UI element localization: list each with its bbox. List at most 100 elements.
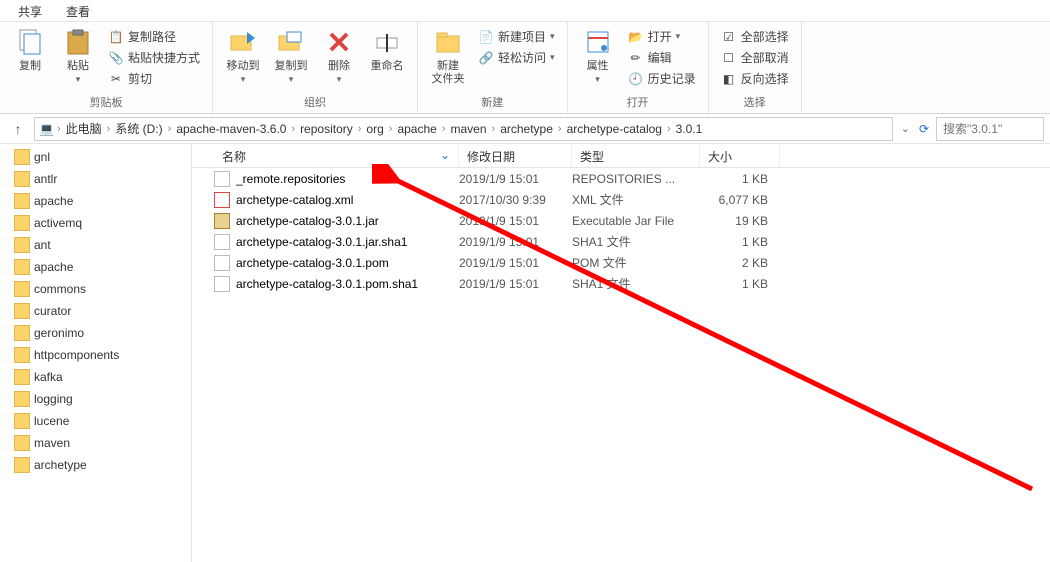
file-list: _remote.repositories2019/1/9 15:01REPOSI… — [192, 168, 1050, 294]
move-to-button[interactable]: 移动到▾ — [219, 24, 267, 87]
file-name: archetype-catalog-3.0.1.jar.sha1 — [236, 235, 407, 249]
folder-icon — [14, 281, 30, 297]
file-date: 2019/1/9 15:01 — [459, 235, 572, 249]
breadcrumb-item[interactable]: maven — [448, 122, 488, 136]
sidebar[interactable]: gnlantlrapacheactivemqantapachecommonscu… — [0, 144, 192, 562]
sidebar-item[interactable]: gnl — [0, 146, 191, 168]
delete-button[interactable]: 删除▾ — [315, 24, 363, 87]
content: gnlantlrapacheactivemqantapachecommonscu… — [0, 144, 1050, 562]
file-size: 2 KB — [700, 256, 780, 270]
sidebar-item-label: httpcomponents — [34, 348, 119, 362]
breadcrumb-item[interactable]: archetype — [498, 122, 555, 136]
sidebar-item[interactable]: maven — [0, 432, 191, 454]
file-type: SHA1 文件 — [572, 233, 700, 250]
newitem-icon: 📄 — [478, 29, 494, 45]
folder-icon — [14, 149, 30, 165]
file-row[interactable]: archetype-catalog.xml2017/10/30 9:39XML … — [192, 189, 1050, 210]
refresh-button[interactable]: ⟳ — [914, 119, 934, 139]
new-folder-button[interactable]: 新建 文件夹 — [424, 24, 472, 88]
file-row[interactable]: _remote.repositories2019/1/9 15:01REPOSI… — [192, 168, 1050, 189]
file-type: Executable Jar File — [572, 214, 700, 228]
copy-path-button[interactable]: 📋复制路径 — [106, 26, 202, 47]
file-size: 6,077 KB — [700, 193, 780, 207]
file-type: SHA1 文件 — [572, 275, 700, 292]
breadcrumb-item[interactable]: 3.0.1 — [674, 122, 705, 136]
sidebar-item[interactable]: logging — [0, 388, 191, 410]
folder-icon — [14, 347, 30, 363]
nav-up-button[interactable]: ↑ — [6, 117, 30, 141]
sidebar-item[interactable]: apache — [0, 256, 191, 278]
chevron-down-icon: ▾ — [76, 74, 81, 85]
file-row[interactable]: archetype-catalog-3.0.1.jar.sha1 2019/1/9… — [192, 231, 1050, 252]
sidebar-item[interactable]: apache — [0, 190, 191, 212]
tab-view[interactable]: 查看 — [54, 0, 102, 21]
breadcrumb-item[interactable]: archetype-catalog — [565, 122, 664, 136]
folder-icon — [14, 303, 30, 319]
sidebar-item-label: curator — [34, 304, 71, 318]
file-icon — [214, 192, 230, 208]
sidebar-item[interactable]: antlr — [0, 168, 191, 190]
sidebar-item[interactable]: curator — [0, 300, 191, 322]
file-row[interactable]: archetype-catalog-3.0.1.pom2019/1/9 15:0… — [192, 252, 1050, 273]
copy-button[interactable]: 复制 — [6, 24, 54, 75]
open-button[interactable]: 📂打开▾ — [626, 26, 698, 47]
file-type: XML 文件 — [572, 191, 700, 208]
invert-button[interactable]: ◧反向选择 — [719, 68, 791, 89]
rename-button[interactable]: 重命名 — [363, 24, 411, 75]
paste-shortcut-button[interactable]: 📎粘贴快捷方式 — [106, 47, 202, 68]
easy-access-button[interactable]: 🔗轻松访问▾ — [476, 47, 557, 68]
rename-icon — [371, 26, 403, 58]
open-group-label: 打开 — [574, 94, 702, 113]
folder-icon — [14, 457, 30, 473]
folder-icon — [432, 26, 464, 58]
copyto-icon — [275, 26, 307, 58]
cut-button[interactable]: ✂剪切 — [106, 68, 202, 89]
sidebar-item[interactable]: geronimo — [0, 322, 191, 344]
breadcrumb-item[interactable]: apache-maven-3.6.0 — [174, 122, 288, 136]
file-icon — [214, 171, 230, 187]
sidebar-item[interactable]: kafka — [0, 366, 191, 388]
search-input[interactable] — [936, 117, 1044, 141]
folder-icon — [14, 391, 30, 407]
select-all-button[interactable]: ☑全部选择 — [719, 26, 791, 47]
breadcrumb-item[interactable]: 系统 (D:) — [113, 120, 164, 137]
sidebar-item[interactable]: archetype — [0, 454, 191, 476]
sidebar-item[interactable]: httpcomponents — [0, 344, 191, 366]
computer-icon: 💻 — [39, 122, 54, 136]
ribbon-group-new: 新建 文件夹 📄新建项目▾ 🔗轻松访问▾ 新建 — [418, 22, 568, 113]
sidebar-item-label: lucene — [34, 414, 69, 428]
sidebar-item[interactable]: lucene — [0, 410, 191, 432]
column-name[interactable]: 名称 ⌄ — [214, 144, 459, 167]
sidebar-item[interactable]: activemq — [0, 212, 191, 234]
select-group-label: 选择 — [715, 94, 795, 113]
file-row[interactable]: archetype-catalog-3.0.1.pom.sha12019/1/9… — [192, 273, 1050, 294]
tab-share[interactable]: 共享 — [6, 0, 54, 21]
new-item-button[interactable]: 📄新建项目▾ — [476, 26, 557, 47]
organize-group-label: 组织 — [219, 94, 411, 113]
sidebar-item[interactable]: ant — [0, 234, 191, 256]
sidebar-item-label: kafka — [34, 370, 63, 384]
selectnone-icon: ☐ — [721, 50, 737, 66]
edit-button[interactable]: ✏编辑 — [626, 47, 698, 68]
breadcrumb-item[interactable]: apache — [395, 122, 438, 136]
sidebar-item-label: apache — [34, 194, 73, 208]
column-date[interactable]: 修改日期 — [459, 144, 572, 167]
properties-button[interactable]: 属性▾ — [574, 24, 622, 87]
copy-icon — [14, 26, 46, 58]
select-none-button[interactable]: ☐全部取消 — [719, 47, 791, 68]
column-type[interactable]: 类型 — [572, 144, 700, 167]
sidebar-item[interactable]: commons — [0, 278, 191, 300]
folder-icon — [14, 369, 30, 385]
breadcrumb-item[interactable]: org — [364, 122, 385, 136]
breadcrumb-item[interactable]: repository — [298, 122, 355, 136]
ribbon-group-open: 属性▾ 📂打开▾ ✏编辑 🕘历史记录 打开 — [568, 22, 709, 113]
history-button[interactable]: 🕘历史记录 — [626, 68, 698, 89]
column-size[interactable]: 大小 — [700, 144, 780, 167]
breadcrumb-dropdown[interactable]: ⌄ — [897, 122, 914, 135]
paste-button[interactable]: 粘贴 ▾ — [54, 24, 102, 87]
breadcrumb-item[interactable]: 此电脑 — [64, 120, 104, 137]
file-row[interactable]: archetype-catalog-3.0.1.jar2019/1/9 15:0… — [192, 210, 1050, 231]
new-group-label: 新建 — [424, 94, 561, 113]
breadcrumb[interactable]: 💻 › 此电脑›系统 (D:)›apache-maven-3.6.0›repos… — [34, 117, 893, 141]
copy-to-button[interactable]: 复制到▾ — [267, 24, 315, 87]
